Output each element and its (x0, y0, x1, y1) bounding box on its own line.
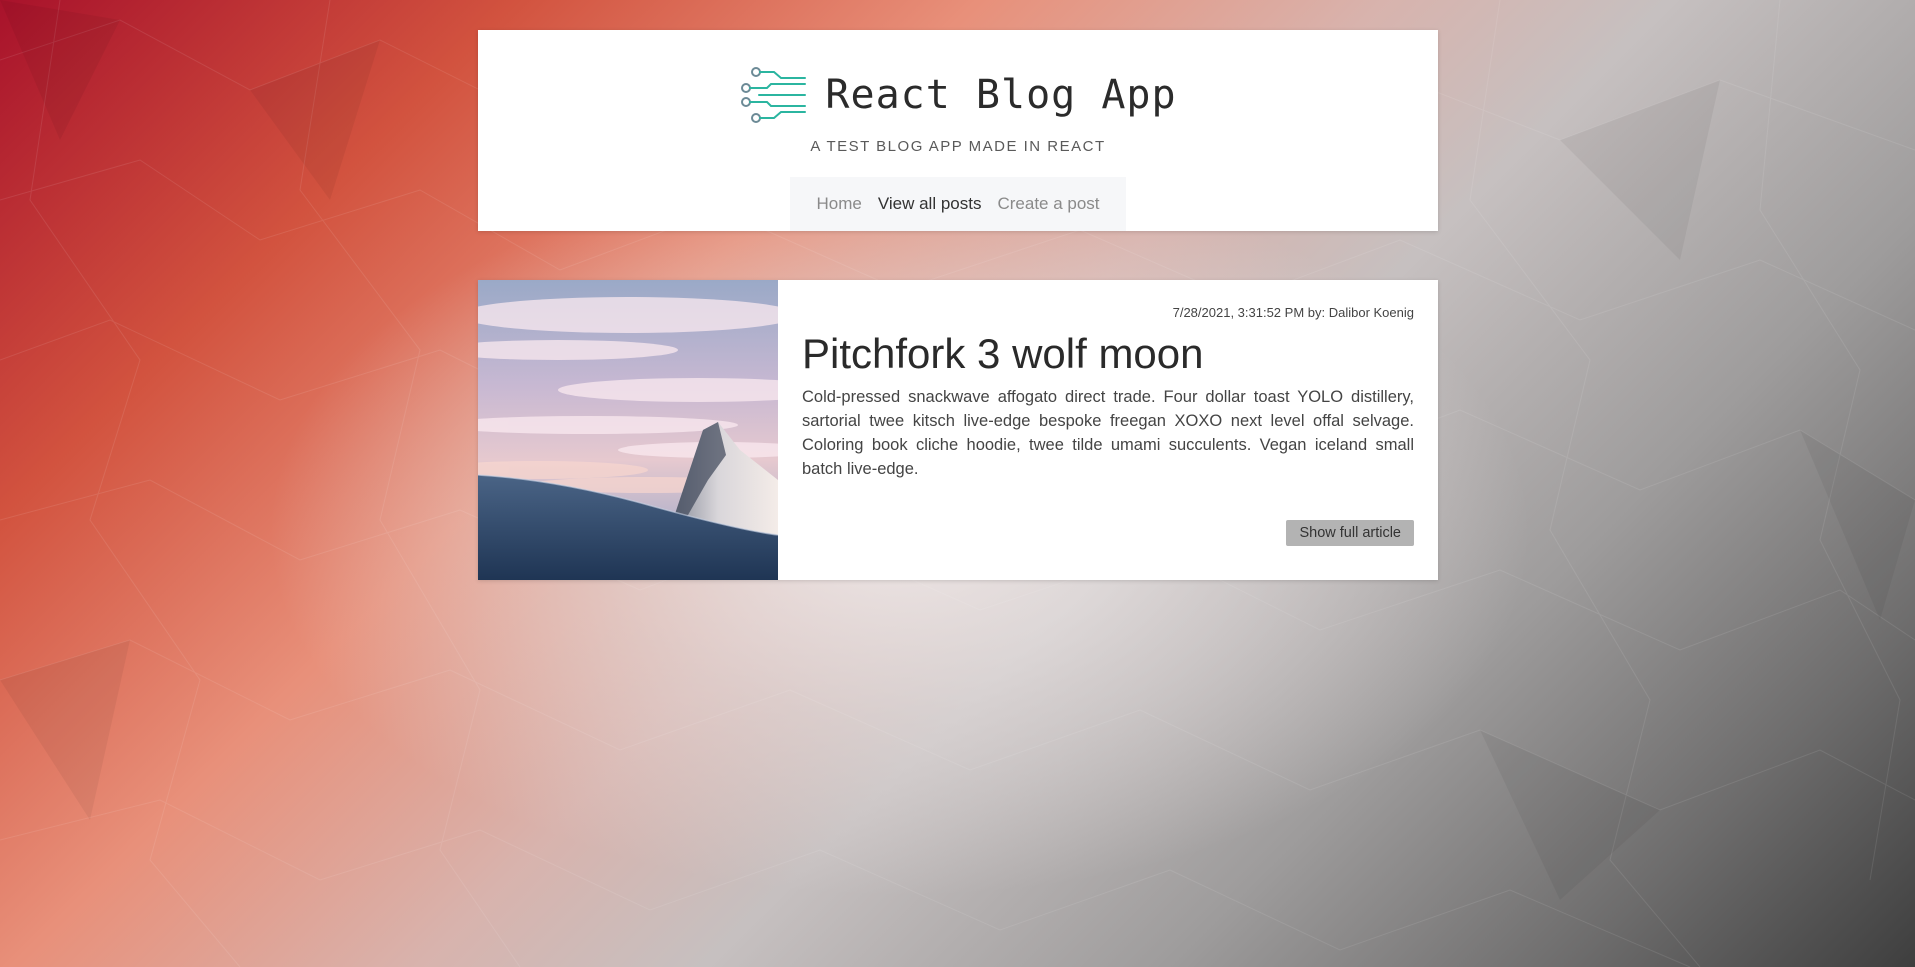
circuit-lines-icon (741, 67, 807, 123)
post-excerpt: Cold-pressed snackwave affogato direct t… (802, 388, 1414, 478)
site-header: React Blog App A TEST BLOG APP MADE IN R… (478, 30, 1438, 231)
site-tagline: A TEST BLOG APP MADE IN REACT (810, 138, 1106, 155)
post-body: 7/28/2021, 3:31:52 PM by: Dalibor Koenig… (778, 280, 1438, 580)
site-title: React Blog App (825, 72, 1177, 118)
post-title[interactable]: Pitchfork 3 wolf moon (802, 330, 1204, 378)
nav-view-all-posts[interactable]: View all posts (878, 194, 982, 214)
post-meta: 7/28/2021, 3:31:52 PM by: Dalibor Koenig (1172, 305, 1414, 320)
nav-home[interactable]: Home (816, 194, 861, 214)
show-full-article-button[interactable]: Show full article (1286, 520, 1414, 546)
main-nav: Home View all posts Create a post (790, 177, 1126, 231)
post-card: 7/28/2021, 3:31:52 PM by: Dalibor Koenig… (478, 280, 1438, 580)
brand: React Blog App (478, 66, 1438, 124)
nav-create-post[interactable]: Create a post (997, 194, 1099, 214)
mountain-peak-photo (478, 280, 778, 580)
